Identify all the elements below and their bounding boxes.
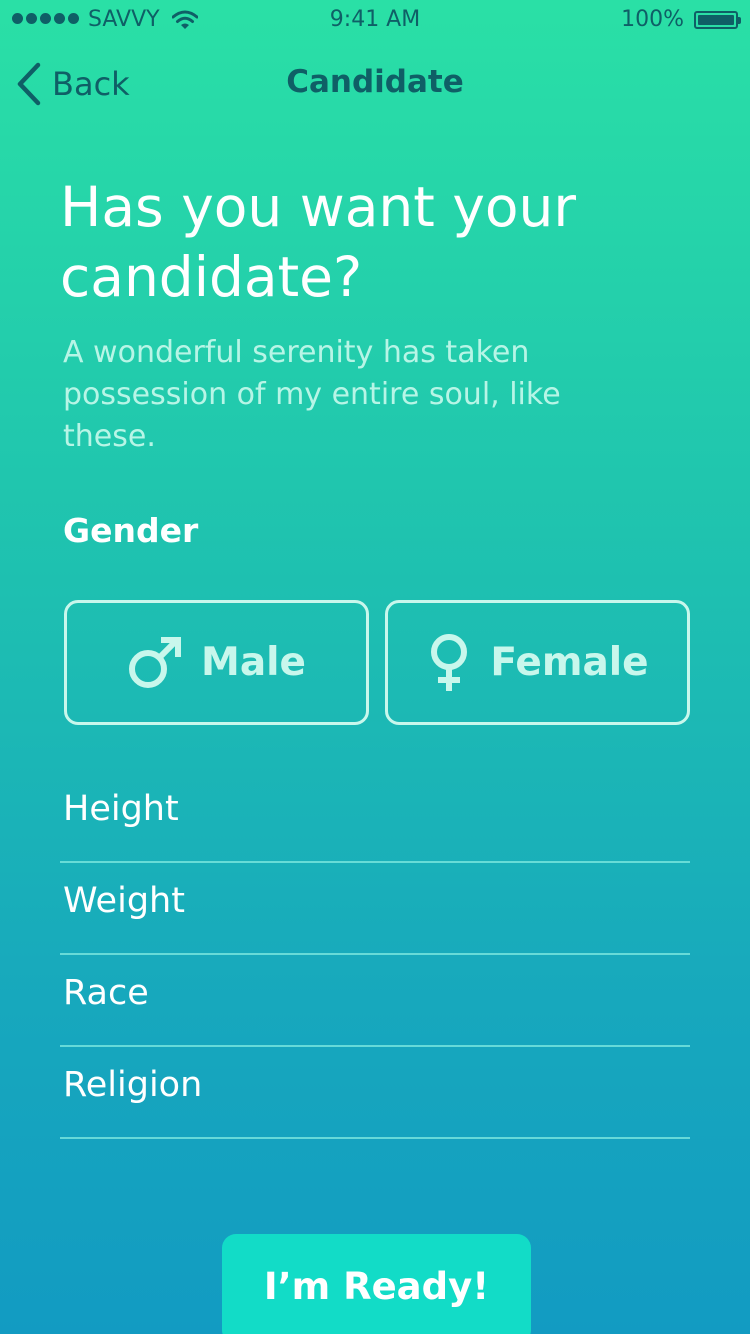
male-symbol-icon bbox=[129, 636, 182, 688]
weight-field[interactable]: Weight bbox=[60, 865, 690, 955]
religion-field[interactable]: Religion bbox=[60, 1049, 690, 1139]
height-field[interactable]: Height bbox=[60, 773, 690, 863]
battery-icon bbox=[694, 11, 741, 29]
race-field-label: Race bbox=[63, 973, 149, 1013]
religion-field-label: Religion bbox=[63, 1065, 203, 1105]
male-option-label: Male bbox=[201, 640, 306, 685]
female-option-button[interactable]: Female bbox=[385, 600, 690, 725]
description-text: A wonderful serenity has taken possessio… bbox=[63, 335, 561, 454]
battery-percentage: 100% bbox=[621, 7, 684, 32]
male-option-button[interactable]: Male bbox=[64, 600, 369, 725]
page-title: Candidate bbox=[286, 64, 464, 100]
weight-field-label: Weight bbox=[63, 881, 185, 921]
im-ready-button[interactable]: I’m Ready! bbox=[222, 1234, 531, 1334]
headline: Has you want your candidate? bbox=[60, 175, 577, 309]
gender-section-label: Gender bbox=[63, 511, 199, 550]
candidate-screen: SAVVY 9:41 AM 100% Back Candidate Has yo… bbox=[0, 0, 750, 1334]
female-symbol-icon bbox=[431, 633, 468, 691]
status-bar: SAVVY 9:41 AM 100% bbox=[0, 0, 750, 40]
race-field[interactable]: Race bbox=[60, 957, 690, 1047]
height-field-label: Height bbox=[63, 789, 179, 829]
female-option-label: Female bbox=[490, 640, 649, 685]
navigation-bar: Back Candidate bbox=[0, 40, 750, 128]
